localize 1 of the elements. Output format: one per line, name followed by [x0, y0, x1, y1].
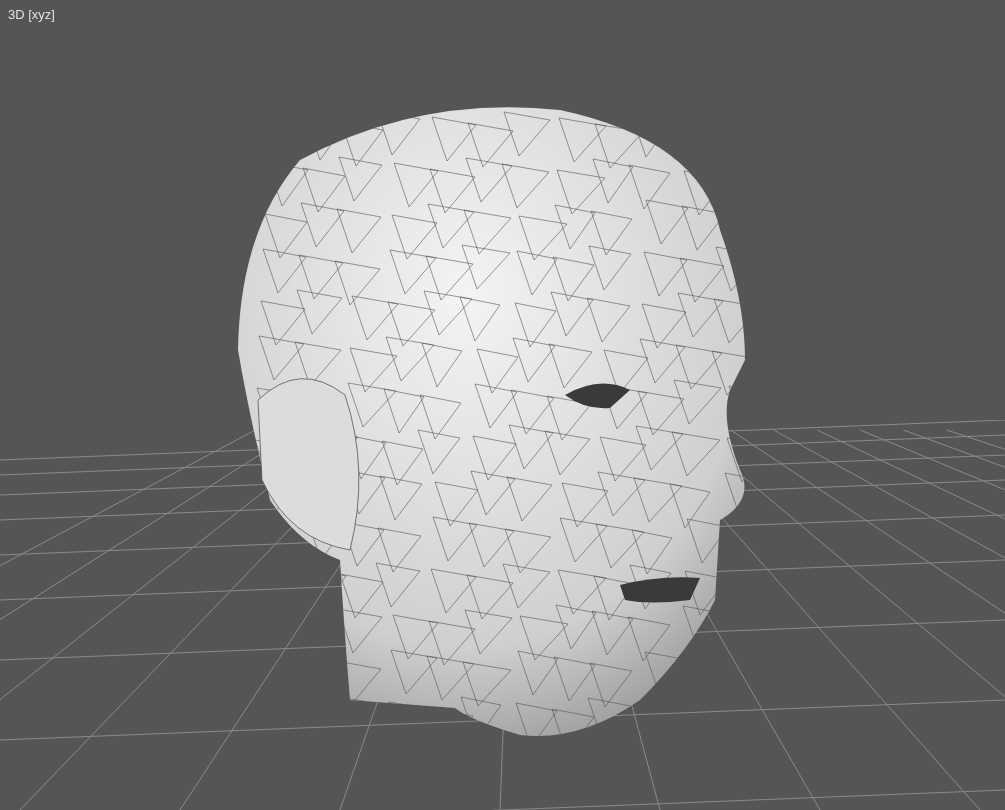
viewport-label: 3D [xyz]	[8, 6, 55, 24]
